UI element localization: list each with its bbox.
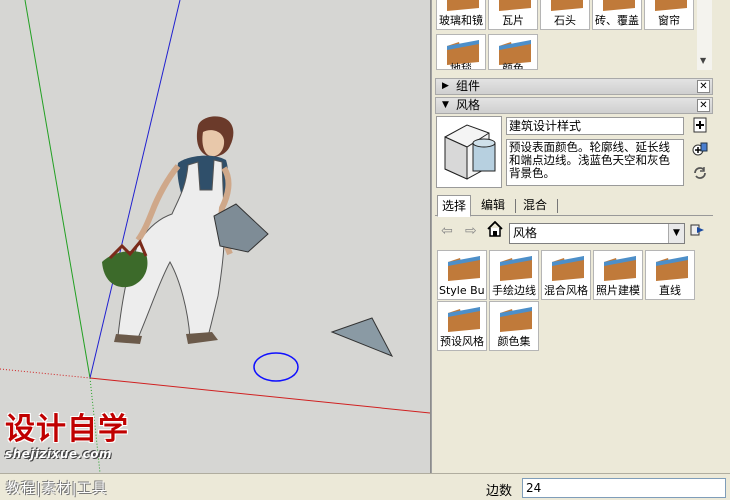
folder-icon (655, 0, 687, 11)
arrow-right-icon[interactable]: ⇨ (465, 223, 477, 239)
drawing-viewport[interactable]: 设计自学 shejizixue.com (0, 0, 430, 473)
red-axis (89, 377, 430, 414)
material-tile[interactable]: 石头 (540, 0, 590, 30)
folder-icon (500, 256, 532, 281)
style-tile-label: Style Builder (439, 284, 485, 297)
measurement-label: 边数 (486, 484, 513, 499)
scroll-down-icon[interactable]: ▼ (700, 56, 706, 65)
arrow-left-icon[interactable]: ⇦ (441, 223, 453, 239)
folder-icon (552, 256, 584, 281)
update-style-icon[interactable] (691, 141, 709, 159)
chevron-down-icon[interactable]: ▼ (668, 224, 684, 243)
folder-icon (448, 307, 480, 332)
style-tile[interactable]: 手绘边线 (489, 250, 539, 300)
style-tile[interactable]: 预设风格 (437, 301, 487, 351)
material-tile-label: 窗帘 (658, 14, 680, 27)
style-tile[interactable]: Style Builder (437, 250, 487, 300)
home-icon[interactable] (487, 220, 503, 241)
style-tile-label: 手绘边线 (492, 284, 536, 297)
measurement-input[interactable]: 24 (522, 478, 726, 498)
style-tile-label: 混合风格 (544, 284, 588, 297)
folder-icon (656, 256, 688, 281)
watermark-url: shejizixue.com (5, 447, 112, 461)
material-tile-label: 砖、覆盖 (595, 14, 639, 27)
tab-select[interactable]: 选择 (437, 195, 472, 217)
tab-edit[interactable]: 编辑 (477, 197, 509, 216)
material-tile-label: 地毯 (450, 62, 472, 70)
material-tile-label: 石头 (554, 14, 576, 27)
material-tile[interactable]: 地毯 (436, 34, 486, 70)
style-thumbnail (436, 116, 502, 188)
style-tile[interactable]: 颜色集 (489, 301, 539, 351)
styles-header[interactable]: ▼ 风格 ✕ (435, 97, 713, 114)
style-tile-label: 直线 (659, 284, 681, 297)
style-tile-label: 颜色集 (497, 335, 531, 348)
red-axis-negative (0, 368, 91, 379)
circle-shape (253, 352, 299, 382)
folder-icon (500, 307, 532, 332)
create-style-icon[interactable] (691, 117, 709, 135)
triangle-shape (330, 317, 394, 357)
style-tile[interactable]: 直线 (645, 250, 695, 300)
details-arrow-icon[interactable] (690, 222, 706, 242)
style-name-field[interactable]: 建筑设计样式 (506, 117, 684, 135)
collection-nav: ⇦ ⇨ 风格 ▼ (435, 220, 713, 246)
watermark-tags: 教程|素材|工具 (6, 481, 108, 497)
material-tile[interactable]: 窗帘 (644, 0, 694, 30)
folder-icon (551, 0, 583, 11)
material-tile[interactable]: 瓦片 (488, 0, 538, 30)
folder-icon (499, 0, 531, 11)
components-header[interactable]: ▶ 组件 ✕ (435, 78, 713, 95)
material-tile-label: 瓦片 (502, 14, 524, 27)
folder-icon (603, 0, 635, 11)
materials-scrollbar[interactable]: ▼ (697, 0, 712, 70)
components-title: 组件 (456, 79, 481, 93)
close-icon[interactable]: ✕ (697, 80, 710, 93)
material-tile[interactable]: 颜色 (488, 34, 538, 70)
tab-separator (515, 199, 516, 213)
person-figure (102, 116, 269, 344)
style-description-field[interactable]: 预设表面颜色。轮廓线、延长线和端点边线。浅蓝色天空和灰色背景色。 (506, 139, 684, 186)
status-bar: 教程|素材|工具 边数 24 (0, 473, 730, 500)
material-tile-label: 颜色 (502, 62, 524, 70)
material-tile[interactable]: 玻璃和镜 (436, 0, 486, 30)
expand-triangle-icon: ▶ (442, 81, 449, 91)
collection-dropdown-value: 风格 (513, 226, 538, 240)
refresh-icon[interactable] (691, 165, 709, 183)
scene-canvas (0, 0, 430, 473)
style-tabs: 选择 编辑 混合 (435, 195, 713, 217)
styles-title: 风格 (456, 98, 481, 112)
watermark-logo: 设计自学 (5, 412, 129, 447)
folder-icon (448, 256, 480, 281)
folder-icon (447, 0, 479, 11)
folder-icon (604, 256, 636, 281)
collapse-triangle-icon: ▼ (442, 100, 449, 110)
watermark: 设计自学 shejizixue.com (5, 412, 135, 462)
green-axis (24, 0, 91, 379)
close-icon[interactable]: ✕ (697, 99, 710, 112)
style-tile[interactable]: 混合风格 (541, 250, 591, 300)
material-tile-label: 玻璃和镜 (439, 14, 483, 27)
collection-dropdown[interactable]: 风格 ▼ (509, 223, 685, 244)
style-tile-label: 照片建模 (596, 284, 640, 297)
style-tile[interactable]: 照片建模 (593, 250, 643, 300)
tab-mix[interactable]: 混合 (519, 197, 551, 216)
tab-separator (557, 199, 558, 213)
style-tile-label: 预设风格 (440, 335, 484, 348)
material-tile[interactable]: 砖、覆盖 (592, 0, 642, 30)
